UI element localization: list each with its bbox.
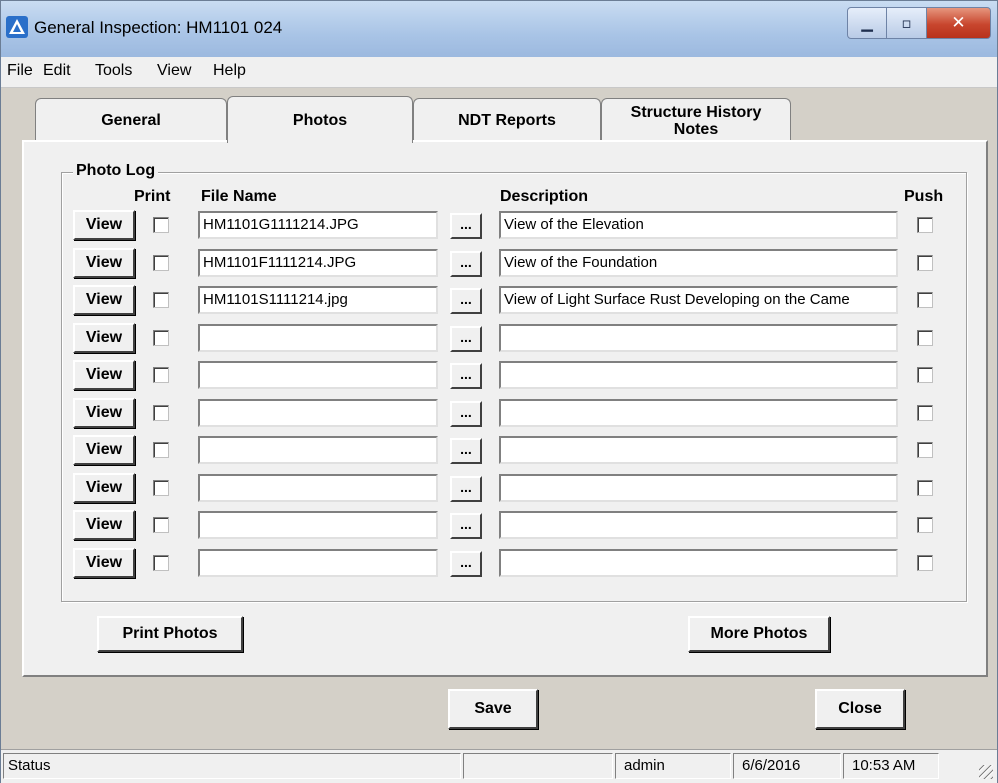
file-name-field[interactable]: HM1101S1111214.jpg [198,286,438,314]
file-name-column-header: File Name [201,188,277,205]
browse-file-button[interactable]: ... [450,213,482,239]
inspection-window: General Inspection: HM1101 024 ▁ ▫ ✕ Fil… [0,0,998,783]
view-photo-button[interactable]: View [73,210,135,240]
menu-edit[interactable]: Edit [43,62,71,80]
print-checkbox[interactable] [153,255,169,271]
browse-file-button[interactable]: ... [450,513,482,539]
minimize-icon: ▁ [861,14,873,32]
resize-grip-icon[interactable] [979,765,993,779]
push-checkbox[interactable] [917,217,933,233]
browse-file-button[interactable]: ... [450,476,482,502]
view-photo-button[interactable]: View [73,360,135,390]
menu-help[interactable]: Help [213,62,246,80]
window-title: General Inspection: HM1101 024 [34,18,283,37]
view-photo-button[interactable]: View [73,285,135,315]
browse-file-button[interactable]: ... [450,326,482,352]
photo-log-label: Photo Log [73,162,159,180]
push-checkbox[interactable] [917,255,933,271]
file-name-field[interactable] [198,511,438,539]
status-text: Status [3,753,461,779]
menu-file[interactable]: File [7,62,33,80]
view-photo-button[interactable]: View [73,435,135,465]
tab-structure-history-notes[interactable]: Structure History Notes [601,98,791,142]
description-field[interactable] [499,361,898,389]
print-checkbox[interactable] [153,367,169,383]
menu-tools[interactable]: Tools [95,62,132,80]
print-checkbox[interactable] [153,292,169,308]
push-checkbox[interactable] [917,367,933,383]
description-field[interactable] [499,474,898,502]
close-window-button[interactable]: ✕ [927,7,991,39]
file-name-field[interactable]: HM1101F1111214.JPG [198,249,438,277]
browse-file-button[interactable]: ... [450,551,482,577]
view-photo-button[interactable]: View [73,323,135,353]
browse-file-button[interactable]: ... [450,363,482,389]
push-checkbox[interactable] [917,442,933,458]
push-checkbox[interactable] [917,405,933,421]
print-checkbox[interactable] [153,330,169,346]
view-photo-button[interactable]: View [73,398,135,428]
tab-photos[interactable]: Photos [227,96,413,143]
description-field[interactable]: View of the Elevation [499,211,898,239]
file-name-field[interactable] [198,436,438,464]
status-date: 6/6/2016 [733,753,841,779]
save-button[interactable]: Save [448,689,538,729]
minimize-button[interactable]: ▁ [847,7,887,39]
print-checkbox[interactable] [153,217,169,233]
app-icon [6,16,28,38]
description-field[interactable]: View of Light Surface Rust Developing on… [499,286,898,314]
push-checkbox[interactable] [917,517,933,533]
file-name-field[interactable] [198,361,438,389]
menu-bar: File Edit Tools View Help [1,57,997,88]
description-field[interactable] [499,399,898,427]
browse-file-button[interactable]: ... [450,288,482,314]
status-user: admin [615,753,731,779]
push-checkbox[interactable] [917,555,933,571]
print-column-header: Print [134,188,171,205]
description-field[interactable]: View of the Foundation [499,249,898,277]
status-blank-panel [463,753,613,779]
description-field[interactable] [499,436,898,464]
close-icon: ✕ [951,13,966,33]
print-checkbox[interactable] [153,517,169,533]
push-checkbox[interactable] [917,292,933,308]
print-checkbox[interactable] [153,405,169,421]
description-field[interactable] [499,549,898,577]
file-name-field[interactable] [198,549,438,577]
maximize-button[interactable]: ▫ [887,7,927,39]
description-column-header: Description [500,188,589,205]
print-checkbox[interactable] [153,555,169,571]
print-checkbox[interactable] [153,442,169,458]
menu-view[interactable]: View [157,62,191,80]
status-bar: Status admin 6/6/2016 10:53 AM [1,749,997,783]
view-photo-button[interactable]: View [73,473,135,503]
file-name-field[interactable] [198,474,438,502]
push-column-header: Push [904,188,944,205]
view-photo-button[interactable]: View [73,510,135,540]
file-name-field[interactable] [198,324,438,352]
push-checkbox[interactable] [917,480,933,496]
tab-general[interactable]: General [35,98,227,142]
push-checkbox[interactable] [917,330,933,346]
status-time: 10:53 AM [843,753,939,779]
close-button[interactable]: Close [815,689,905,729]
view-photo-button[interactable]: View [73,248,135,278]
file-name-field[interactable] [198,399,438,427]
print-checkbox[interactable] [153,480,169,496]
print-photos-button[interactable]: Print Photos [97,616,243,652]
tab-ndt-reports[interactable]: NDT Reports [413,98,601,142]
more-photos-button[interactable]: More Photos [688,616,830,652]
browse-file-button[interactable]: ... [450,251,482,277]
view-photo-button[interactable]: View [73,548,135,578]
browse-file-button[interactable]: ... [450,401,482,427]
description-field[interactable] [499,324,898,352]
file-name-field[interactable]: HM1101G1111214.JPG [198,211,438,239]
title-bar[interactable]: General Inspection: HM1101 024 ▁ ▫ ✕ [1,1,997,57]
browse-file-button[interactable]: ... [450,438,482,464]
description-field[interactable] [499,511,898,539]
maximize-icon: ▫ [901,14,912,32]
